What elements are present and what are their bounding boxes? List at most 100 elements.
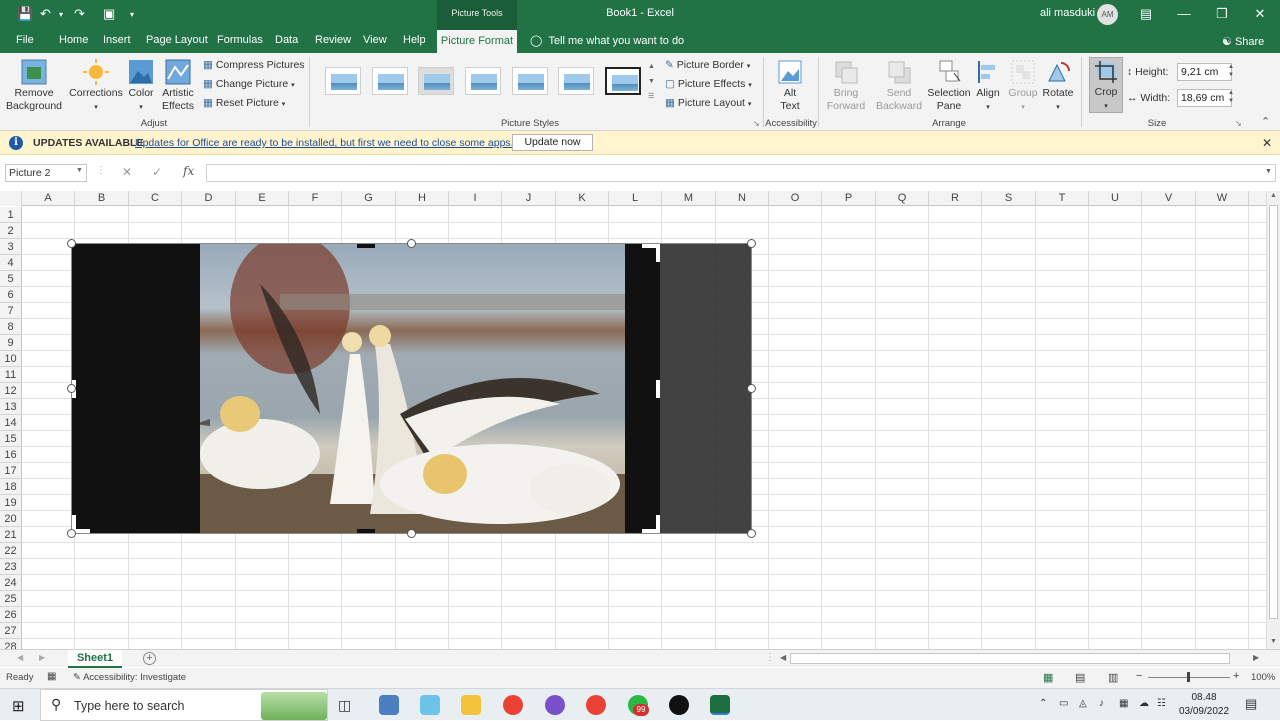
picture-style-7[interactable] [605, 67, 641, 95]
column-header[interactable]: A [22, 191, 75, 206]
column-header[interactable]: R [929, 191, 982, 206]
tab-insert[interactable]: Insert [103, 34, 131, 46]
crop-handle-right[interactable] [656, 380, 660, 398]
picture-layout-button[interactable]: ▦ Picture Layout ▾ [665, 97, 751, 109]
column-header[interactable]: N [716, 191, 769, 206]
row-header[interactable]: 5 [0, 271, 22, 287]
ribbon-display-options-icon[interactable]: ▤ [1131, 3, 1161, 25]
artistic-effects-button[interactable]: Artistic Effects [158, 59, 198, 113]
column-header[interactable]: B [75, 191, 129, 206]
tab-page-layout[interactable]: Page Layout [146, 34, 208, 46]
picture-style-4[interactable] [465, 67, 501, 95]
row-header[interactable]: 15 [0, 431, 22, 447]
close-icon[interactable]: ✕ [1262, 136, 1272, 150]
column-header[interactable]: D [182, 191, 236, 206]
row-header[interactable]: 27 [0, 623, 22, 639]
row-header[interactable]: 25 [0, 591, 22, 607]
picture-2[interactable] [67, 239, 756, 538]
tab-splitter-icon[interactable]: ⋮ [765, 652, 775, 663]
select-all-corner[interactable] [0, 191, 22, 206]
column-header[interactable]: I [449, 191, 502, 206]
width-spinner-icon[interactable]: ▲ ▼ [1228, 89, 1234, 105]
print-preview-icon[interactable]: ▣ [103, 6, 115, 22]
column-header[interactable]: L [609, 191, 662, 206]
row-header[interactable]: 26 [0, 607, 22, 623]
insert-function-icon[interactable]: fx [183, 164, 194, 178]
vertical-scrollbar[interactable]: ▲ ▼ [1266, 191, 1280, 649]
align-button[interactable]: Align ▾ [973, 59, 1003, 114]
tell-me-search[interactable]: ◯ Tell me what you want to do [530, 34, 684, 47]
row-header[interactable]: 23 [0, 559, 22, 575]
column-header[interactable]: U [1089, 191, 1142, 206]
row-header[interactable]: 14 [0, 415, 22, 431]
tray-app-icon[interactable]: ▦ [1119, 698, 1128, 709]
dialog-launcher-icon[interactable]: ↘ [753, 119, 760, 128]
accessibility-status[interactable]: ✎ Accessibility: Investigate [73, 672, 186, 683]
zoom-out-icon[interactable]: − [1136, 670, 1142, 682]
volume-icon[interactable]: ♪ [1099, 698, 1104, 709]
expand-formula-bar-icon[interactable]: ▼ [1265, 168, 1272, 175]
crop-handle-bottom-right[interactable] [656, 515, 660, 533]
task-view-icon[interactable]: ◫ [338, 697, 351, 714]
save-icon[interactable]: 💾 [17, 6, 33, 22]
row-header[interactable]: 24 [0, 575, 22, 591]
crop-handle-top-right[interactable] [656, 244, 660, 262]
chrome-icon[interactable] [503, 695, 523, 715]
bring-forward-button[interactable]: Bring Forward [822, 59, 870, 113]
column-header[interactable]: T [1036, 191, 1089, 206]
corrections-button[interactable]: Corrections ▾ [68, 59, 124, 114]
row-header[interactable]: 12 [0, 383, 22, 399]
scroll-down-icon[interactable]: ▼ [1270, 638, 1277, 645]
column-header[interactable]: V [1142, 191, 1196, 206]
taskbar-search-box[interactable]: ⚲ Type here to search [40, 689, 328, 721]
row-header[interactable]: 10 [0, 351, 22, 367]
row-header[interactable]: 13 [0, 399, 22, 415]
rotate-button[interactable]: Rotate ▾ [1041, 59, 1075, 114]
row-header[interactable]: 21 [0, 527, 22, 543]
cancel-icon[interactable]: ✕ [122, 165, 132, 179]
resize-handle-right[interactable] [747, 384, 756, 393]
scroll-up-icon[interactable]: ▲ [1270, 192, 1277, 199]
picture-style-5[interactable] [512, 67, 548, 95]
remove-background-button[interactable]: Remove Background [4, 59, 64, 113]
column-header[interactable]: O [769, 191, 822, 206]
height-spinner-icon[interactable]: ▲ ▼ [1228, 63, 1234, 79]
row-header[interactable]: 9 [0, 335, 22, 351]
row-header[interactable]: 8 [0, 319, 22, 335]
row-header[interactable]: 20 [0, 511, 22, 527]
column-header[interactable]: S [982, 191, 1036, 206]
column-header[interactable]: J [502, 191, 556, 206]
horizontal-scrollbar[interactable] [790, 653, 1230, 664]
tab-picture-format[interactable]: Picture Format [437, 30, 517, 53]
scroll-tabs-right-icon[interactable]: ▶ [39, 653, 45, 662]
tab-formulas[interactable]: Formulas [217, 34, 263, 46]
page-layout-view-icon[interactable]: ▤ [1075, 671, 1085, 684]
row-header[interactable]: 2 [0, 223, 22, 239]
picture-effects-button[interactable]: ▢ Picture Effects ▾ [665, 78, 752, 90]
row-header[interactable]: 3 [0, 239, 22, 255]
chrome-profile-icon[interactable] [545, 695, 565, 715]
column-header[interactable]: C [129, 191, 182, 206]
scroll-right-icon[interactable]: ▶ [1253, 653, 1259, 662]
crop-handle-top[interactable] [357, 244, 375, 248]
resize-handle-bottom-right[interactable] [747, 529, 756, 538]
resize-handle-top-left[interactable] [67, 239, 76, 248]
scroll-left-icon[interactable]: ◀ [780, 653, 786, 662]
row-header[interactable]: 19 [0, 495, 22, 511]
column-header[interactable]: W [1196, 191, 1249, 206]
user-name[interactable]: ali masduki [1040, 7, 1095, 19]
alt-text-button[interactable]: Alt Text [770, 59, 810, 113]
row-header[interactable]: 17 [0, 463, 22, 479]
resize-handle-bottom-left[interactable] [67, 529, 76, 538]
picture-border-button[interactable]: ✎ Picture Border ▾ [665, 59, 750, 71]
undo-dropdown-icon[interactable]: ▾ [59, 10, 63, 19]
undo-icon[interactable]: ↶ [40, 6, 51, 22]
add-sheet-icon[interactable]: + [143, 652, 156, 665]
update-now-button[interactable]: Update now [512, 134, 593, 151]
group-button[interactable]: Group ▾ [1006, 59, 1040, 114]
record-icon[interactable] [669, 695, 689, 715]
page-break-view-icon[interactable]: ▥ [1108, 671, 1118, 684]
column-header[interactable]: G [342, 191, 396, 206]
row-header[interactable]: 11 [0, 367, 22, 383]
tab-review[interactable]: Review [315, 34, 351, 46]
